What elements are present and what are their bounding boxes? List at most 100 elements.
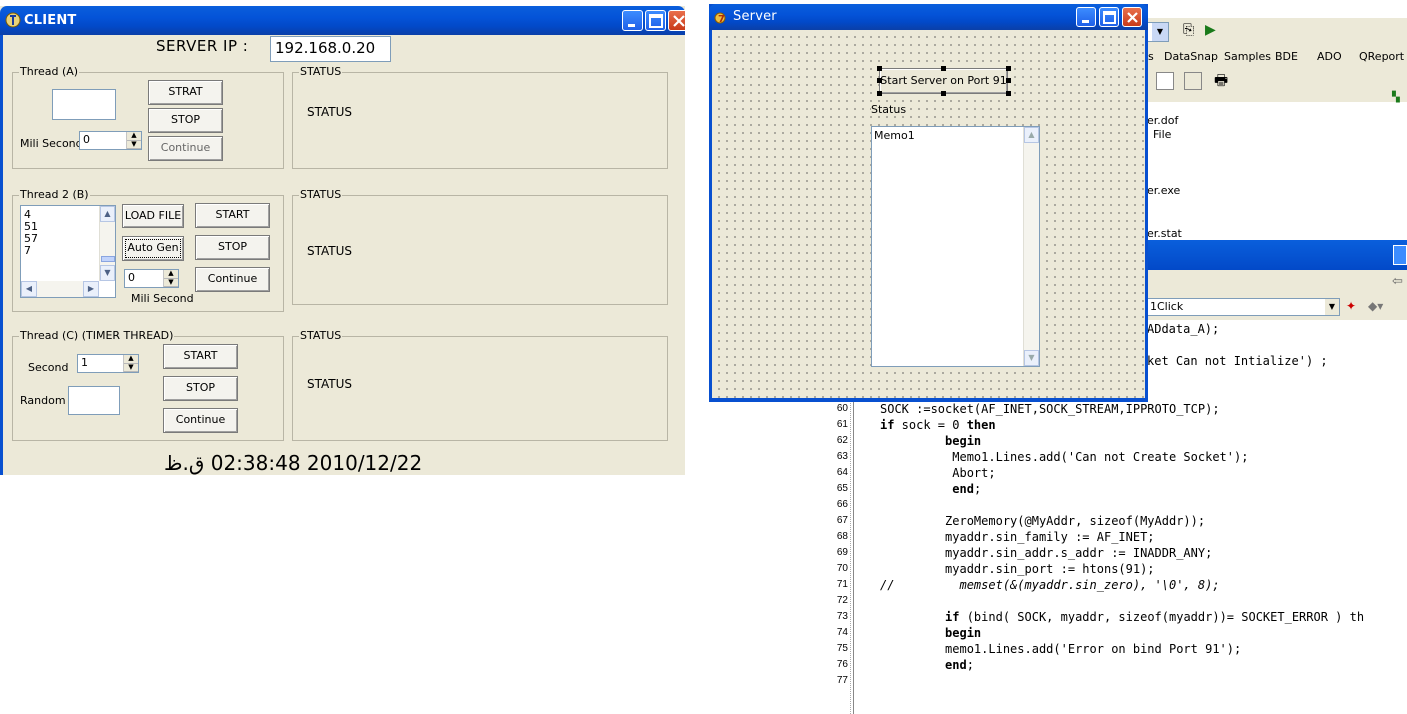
selection-handle[interactable]: [877, 91, 882, 96]
scroll-down-icon[interactable]: ▼: [100, 265, 115, 281]
window-title: CLIENT: [24, 13, 77, 28]
thread-a-mili-spinner[interactable]: 0 ▲ ▼: [79, 131, 142, 150]
close-button[interactable]: [668, 10, 685, 31]
thread-c-start-button[interactable]: START: [163, 344, 238, 369]
thread-c-continue-button[interactable]: Continue: [163, 408, 238, 433]
memo-text: Memo1: [874, 129, 915, 142]
code-line[interactable]: if (bind( SOCK, myaddr, sizeof(myaddr))=…: [880, 609, 1364, 625]
selection-handle[interactable]: [1006, 91, 1011, 96]
spin-arrows[interactable]: ▲ ▼: [163, 270, 178, 287]
selection-handle[interactable]: [877, 66, 882, 71]
ide-tab[interactable]: s: [1148, 50, 1154, 63]
event-selector[interactable]: 1Click ▼: [1147, 298, 1340, 316]
thread-b-listbox[interactable]: 4 51 57 7 ▲ ▼ ◀ ▶: [20, 205, 116, 298]
line-number: 60: [836, 403, 848, 414]
list-item[interactable]: 7: [24, 245, 38, 257]
file-item[interactable]: File: [1153, 128, 1171, 141]
selection-handle[interactable]: [941, 91, 946, 96]
server-titlebar[interactable]: 7 Server: [709, 4, 1148, 30]
code-line[interactable]: ket Can not Intialize') ;: [1147, 353, 1328, 369]
code-line[interactable]: myaddr.sin_port := htons(91);: [880, 561, 1155, 577]
ide-tab[interactable]: DataSnap: [1164, 50, 1218, 63]
ide-tool-icon[interactable]: ⎘: [1183, 22, 1203, 40]
file-item[interactable]: er.stat: [1147, 227, 1182, 240]
code-line[interactable]: Abort;: [880, 465, 995, 481]
window-title: Server: [733, 9, 777, 24]
file-item[interactable]: er.dof: [1147, 114, 1178, 127]
code-line[interactable]: myaddr.sin_family := AF_INET;: [880, 529, 1155, 545]
component-palette-icon[interactable]: 🖶: [1214, 70, 1234, 90]
code-line[interactable]: ZeroMemory(@MyAddr, sizeof(MyAddr));: [880, 513, 1205, 529]
thread-b-continue-button[interactable]: Continue: [195, 267, 270, 292]
client-titlebar[interactable]: CLIENT: [0, 6, 685, 35]
code-line[interactable]: // memset(&(myaddr.sin_zero), '\0', 8);: [880, 577, 1220, 593]
maximize-button[interactable]: [1099, 7, 1119, 27]
code-line[interactable]: memo1.Lines.add('Error on bind Port 91')…: [880, 641, 1241, 657]
minimize-button[interactable]: [622, 10, 643, 31]
selection-handle[interactable]: [877, 78, 882, 83]
thread-b-start-button[interactable]: START: [195, 203, 270, 228]
file-item[interactable]: er.exe: [1147, 184, 1180, 197]
thread-c-stop-button[interactable]: STOP: [163, 376, 238, 401]
horizontal-scrollbar[interactable]: ◀ ▶: [21, 281, 99, 297]
component-palette-icon[interactable]: [1156, 72, 1174, 90]
auto-gen-button[interactable]: Auto Gen: [122, 236, 184, 261]
vertical-scrollbar[interactable]: ▲ ▼: [99, 206, 115, 281]
code-line[interactable]: myaddr.sin_addr.s_addr := INADDR_ANY;: [880, 545, 1212, 561]
thread-a-start-button[interactable]: STRAT: [148, 80, 223, 105]
scroll-up-icon[interactable]: ▲: [1024, 127, 1039, 143]
ide-tab[interactable]: QReport: [1359, 50, 1404, 63]
thread-b-mili-value: 0: [128, 271, 135, 284]
scroll-thumb[interactable]: [101, 256, 115, 262]
code-line[interactable]: begin: [880, 433, 981, 449]
code-line[interactable]: end;: [880, 481, 981, 497]
diamond-icon[interactable]: ◆▾: [1368, 299, 1383, 313]
thread-a-caption: Thread (A): [19, 65, 80, 78]
ide-combo[interactable]: ▼: [1147, 22, 1169, 42]
code-line[interactable]: SOCK :=socket(AF_INET,SOCK_STREAM,IPPROT…: [880, 401, 1220, 417]
line-number: 74: [836, 627, 848, 638]
debug-icon[interactable]: ✦: [1346, 299, 1356, 313]
ide-tab[interactable]: BDE: [1275, 50, 1298, 63]
code-line[interactable]: if sock = 0 then: [880, 417, 996, 433]
component-palette-icon[interactable]: [1184, 72, 1202, 90]
close-button[interactable]: [1122, 7, 1142, 27]
scroll-down-icon[interactable]: ▼: [1024, 350, 1039, 366]
scroll-left-icon[interactable]: ◀: [21, 281, 37, 297]
chevron-down-icon[interactable]: ▼: [1325, 299, 1339, 315]
server-ip-input[interactable]: 192.168.0.20: [270, 36, 391, 62]
scroll-up-icon[interactable]: ▲: [100, 206, 115, 222]
scroll-right-icon[interactable]: ▶: [83, 281, 99, 297]
thread-c-random-display[interactable]: [68, 386, 120, 415]
thread-a-display[interactable]: [52, 89, 116, 120]
code-line[interactable]: ADdata_A);: [1147, 321, 1219, 337]
client-window: CLIENT SERVER IP : 192.168.0.20 Thread (…: [0, 6, 685, 475]
minimize-button[interactable]: [1076, 7, 1096, 27]
minimize-icon[interactable]: [1393, 245, 1407, 265]
code-line[interactable]: end;: [880, 657, 974, 673]
maximize-button[interactable]: [645, 10, 666, 31]
thread-c-second-value: 1: [81, 356, 88, 369]
thread-a-continue-button[interactable]: Continue: [148, 136, 223, 161]
load-file-button[interactable]: LOAD FILE: [122, 204, 184, 228]
selection-handle[interactable]: [1006, 78, 1011, 83]
thread-c-caption: Thread (C) (TIMER THREAD): [19, 329, 175, 342]
ide-run-icon[interactable]: ▶: [1205, 22, 1225, 40]
back-arrow-icon[interactable]: ⇦: [1392, 274, 1403, 289]
app-icon: [5, 12, 21, 28]
thread-b-mili-spinner[interactable]: 0 ▲ ▼: [124, 269, 179, 288]
code-line[interactable]: begin: [880, 625, 981, 641]
ide-tab[interactable]: Samples: [1224, 50, 1271, 63]
vertical-scrollbar[interactable]: ▲ ▼: [1023, 127, 1039, 366]
memo1[interactable]: Memo1 ▲ ▼: [871, 126, 1040, 367]
thread-b-stop-button[interactable]: STOP: [195, 235, 270, 260]
spin-arrows[interactable]: ▲ ▼: [126, 132, 141, 149]
thread-a-stop-button[interactable]: STOP: [148, 108, 223, 133]
selection-handle[interactable]: [1006, 66, 1011, 71]
thread-c-second-spinner[interactable]: 1 ▲ ▼: [77, 354, 139, 373]
ide-tab[interactable]: ADO: [1317, 50, 1342, 63]
form-design-surface[interactable]: Start Server on Port 91 Status Memo1 ▲ ▼: [712, 30, 1145, 398]
code-line[interactable]: Memo1.Lines.add('Can not Create Socket')…: [880, 449, 1248, 465]
selection-handle[interactable]: [941, 66, 946, 71]
spin-arrows[interactable]: ▲ ▼: [123, 355, 138, 372]
